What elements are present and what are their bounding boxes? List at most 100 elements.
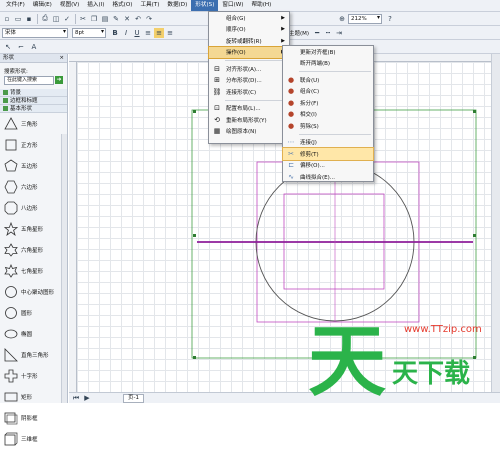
menu-item[interactable]: 数据(D) <box>163 0 191 11</box>
operation-menu-item[interactable]: ● 拆分(F) <box>283 97 373 109</box>
menu-item[interactable]: 插入(I) <box>83 0 108 11</box>
shape-menu-item[interactable]: ▦ 绘图原本(N) <box>209 126 289 138</box>
undo-icon[interactable]: ↶ <box>133 14 143 24</box>
shape-item[interactable]: 椭圆 <box>0 323 60 344</box>
operation-menu-item[interactable]: 断开两端(B) <box>283 58 373 70</box>
search-go-icon[interactable]: ➜ <box>55 76 63 84</box>
first-page-icon[interactable]: ⏮ <box>71 393 81 403</box>
shape-menu-item[interactable]: ⟲ 重新布局形状(Y) <box>209 114 289 126</box>
menu-item[interactable]: 格式(O) <box>108 0 136 11</box>
operation-menu-item[interactable]: ⊏ 偏移(O)... <box>283 160 373 172</box>
selection-handle[interactable] <box>193 356 196 359</box>
save-icon[interactable]: ▪ <box>24 14 34 24</box>
underline-icon[interactable]: U <box>132 28 142 38</box>
next-page-icon[interactable]: ▶ <box>82 393 92 403</box>
selection-handle[interactable] <box>473 110 476 113</box>
shape-item[interactable]: 八边形 <box>0 197 60 218</box>
shape-item[interactable]: 直角三角形 <box>0 344 60 365</box>
shape-menu-item[interactable]: ⛓ 连接形状(C) <box>209 86 289 98</box>
shape-item[interactable]: 六边形 <box>0 176 60 197</box>
shape-menu-item[interactable]: 旋转或翻转(R) ▶ <box>209 35 289 47</box>
close-icon[interactable]: × <box>59 54 64 63</box>
help-icon[interactable]: ? <box>385 14 395 24</box>
connector-tool-icon[interactable]: ⌐ <box>16 42 26 52</box>
shape-label: 中心聚动图形 <box>21 289 55 296</box>
shapes-panel-title: 形状 × <box>0 54 67 63</box>
menu-item[interactable]: 编辑(E) <box>29 0 56 11</box>
selection-handle[interactable] <box>193 234 196 237</box>
print-icon[interactable]: ⎙ <box>40 14 50 24</box>
zoom-combo[interactable]: 212% <box>348 13 382 24</box>
shapes-panel: 形状 × 搜索形状: 在此键入搜索 ➜ 背景 边框和标题 基本形状 三角形 正方形 五边形… <box>0 54 68 445</box>
menu-item[interactable]: 形状(S) <box>191 0 219 11</box>
shape-menu-item[interactable]: 组合(G) ▶ <box>209 12 289 24</box>
menu-item-label: 更新对齐框(B) <box>300 49 336 56</box>
selection-handle[interactable] <box>193 110 196 113</box>
stencil-header[interactable]: 基本形状 <box>0 105 67 113</box>
line-ends-icon[interactable]: ⇥ <box>334 28 344 38</box>
shape-icon <box>4 159 18 171</box>
paste-icon[interactable]: ▤ <box>100 14 110 24</box>
text-tool-icon[interactable]: A <box>29 42 39 52</box>
operation-menu-item[interactable]: ● 组合(C) <box>283 86 373 98</box>
shape-item[interactable]: 七角星形 <box>0 260 60 281</box>
selection-handle[interactable] <box>473 234 476 237</box>
italic-icon[interactable]: I <box>121 28 131 38</box>
shape-item[interactable]: 五边形 <box>0 155 60 176</box>
operation-menu-item[interactable]: ● 剪除(S) <box>283 120 373 132</box>
menu-item-label: 修剪(T) <box>300 151 319 158</box>
preview-icon[interactable]: ◫ <box>51 14 61 24</box>
shape-item[interactable]: 六角星形 <box>0 239 60 260</box>
theme-button[interactable]: 主题(M) <box>289 29 309 37</box>
shape-menu-item[interactable]: ⊡ 配置布局(L)... <box>209 103 289 115</box>
shape-menu-item[interactable]: ⊟ 对齐形状(A)... <box>209 63 289 75</box>
operation-menu-item[interactable]: ● 联合(U) <box>283 74 373 86</box>
copy-icon[interactable]: ❐ <box>89 14 99 24</box>
pointer-tool-icon[interactable]: ↖ <box>3 42 13 52</box>
open-icon[interactable]: ▭ <box>13 14 23 24</box>
menu-item[interactable]: 帮助(H) <box>248 0 276 11</box>
delete-icon[interactable]: ✕ <box>122 14 132 24</box>
menu-item[interactable]: 视图(V) <box>56 0 83 11</box>
line-weight-icon[interactable]: ━ <box>312 28 322 38</box>
zoom-icon[interactable]: ⊕ <box>337 14 347 24</box>
font-name-combo[interactable]: 宋体 <box>2 27 68 38</box>
new-icon[interactable]: ▫ <box>2 14 12 24</box>
shape-item[interactable]: 圆形 <box>0 302 60 323</box>
operation-menu-item[interactable]: 更新对齐框(B) <box>283 46 373 58</box>
font-size-combo[interactable]: 8pt <box>72 27 106 38</box>
operation-menu-item[interactable]: ⋯ 连接(J) <box>283 137 373 149</box>
menu-item[interactable]: 窗口(W) <box>218 0 247 11</box>
menu-item-label: 组合(G) <box>226 15 246 22</box>
shape-item[interactable]: 三维框 <box>0 428 60 449</box>
shape-item[interactable]: 中心聚动图形 <box>0 281 60 302</box>
shape-item[interactable]: 三角形 <box>0 113 60 134</box>
bold-icon[interactable]: B <box>110 28 120 38</box>
align-right-icon[interactable]: ≡ <box>165 28 175 38</box>
shape-menu-item[interactable]: 操作(O)▶ <box>208 45 290 59</box>
redo-icon[interactable]: ↷ <box>144 14 154 24</box>
operation-menu-item[interactable]: ✂ 修剪(T) <box>282 147 374 161</box>
format-painter-icon[interactable]: ✎ <box>111 14 121 24</box>
shape-item[interactable]: 阴影框 <box>0 407 60 428</box>
panel-scrollbar[interactable] <box>61 134 67 403</box>
shape-item[interactable]: 正方形 <box>0 134 60 155</box>
shape-icon <box>4 201 18 214</box>
shape-item[interactable]: 五角星形 <box>0 218 60 239</box>
align-center-icon[interactable]: ≡ <box>154 27 164 38</box>
operation-menu-item[interactable]: ∿ 曲线拟合(E)... <box>283 171 373 183</box>
menu-item[interactable]: 文件(F) <box>2 0 29 11</box>
search-input[interactable]: 在此键入搜索 <box>4 76 54 85</box>
shape-item[interactable]: 十字形 <box>0 365 60 386</box>
shape-label: 八边形 <box>21 205 38 212</box>
shape-item[interactable]: 矩形 <box>0 386 60 407</box>
shape-menu-item[interactable]: ⊞ 分布形状(D)... <box>209 75 289 87</box>
spell-icon[interactable]: ✓ <box>62 14 72 24</box>
cut-icon[interactable]: ✂ <box>78 14 88 24</box>
shape-menu-item[interactable]: 顺序(O) ▶ <box>209 24 289 36</box>
menu-item[interactable]: 工具(T) <box>136 0 163 11</box>
align-left-icon[interactable]: ≡ <box>143 28 153 38</box>
operation-menu-item[interactable]: ● 相交(I) <box>283 109 373 121</box>
line-pattern-icon[interactable]: ┅ <box>323 28 333 38</box>
page-tab[interactable]: 页-1 <box>123 393 144 403</box>
